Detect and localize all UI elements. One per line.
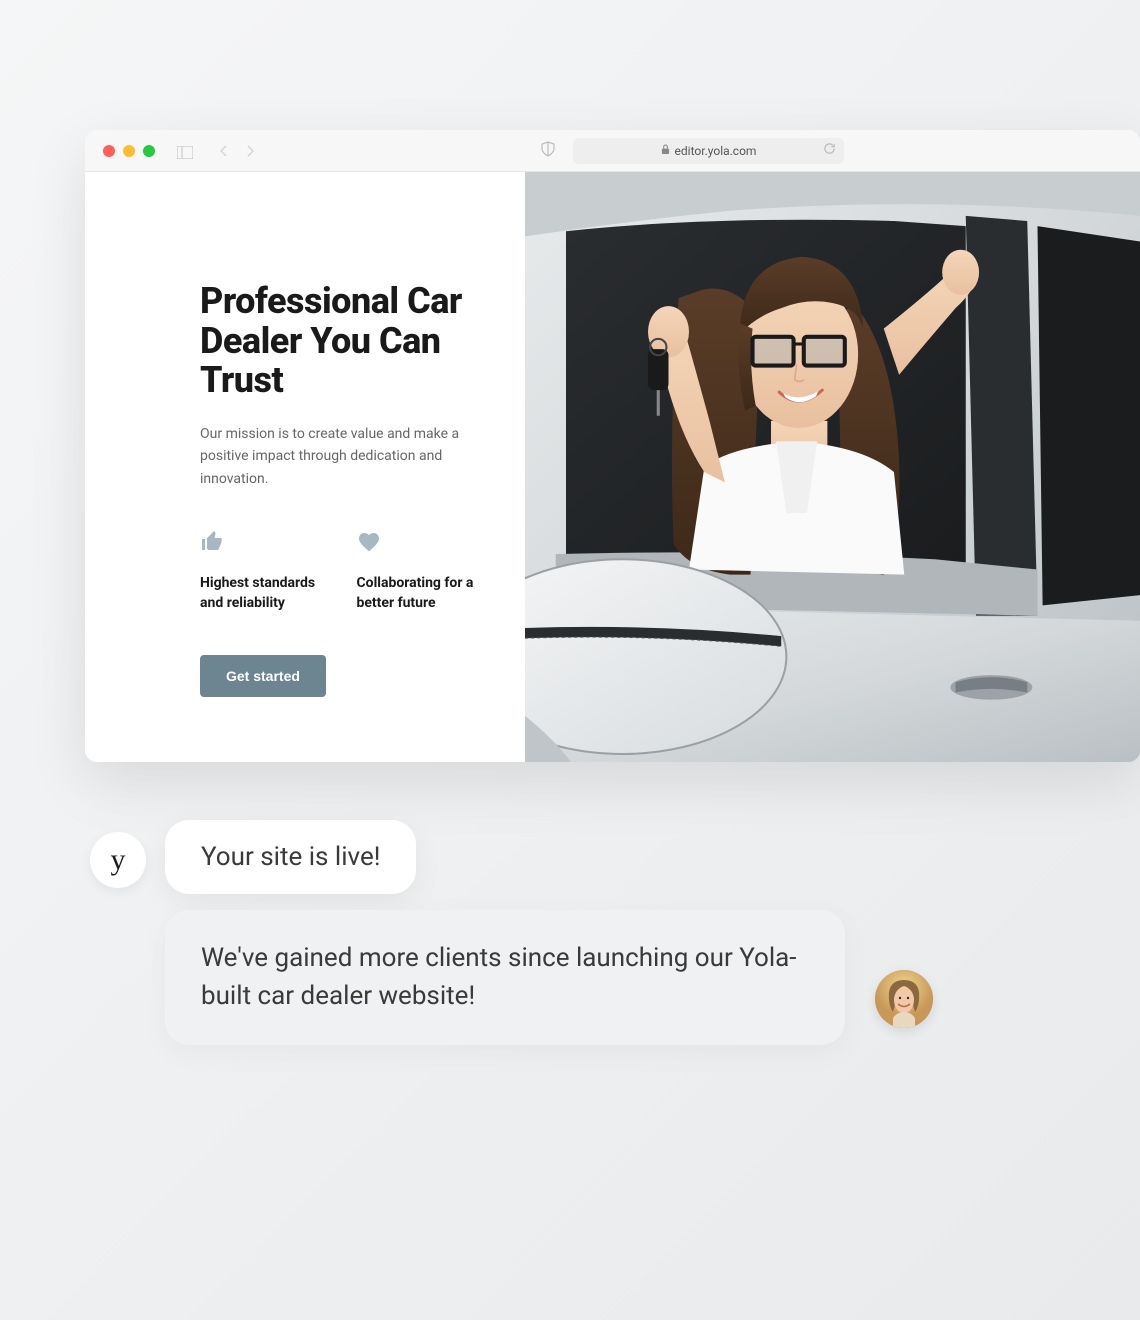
forward-button[interactable] xyxy=(245,146,255,156)
nav-arrows xyxy=(219,146,255,156)
user-avatar xyxy=(875,970,933,1028)
chat-message-text: Your site is live! xyxy=(201,842,380,872)
yola-avatar: y xyxy=(90,832,146,888)
hero-section: Professional Car Dealer You Can Trust Ou… xyxy=(85,172,525,762)
page-content: Professional Car Dealer You Can Trust Ou… xyxy=(85,172,1140,762)
url-bar[interactable]: editor.yola.com xyxy=(573,138,843,164)
get-started-button[interactable]: Get started xyxy=(200,655,326,697)
feature-text: Highest standards and reliability xyxy=(200,574,329,613)
sidebar-toggle-icon[interactable] xyxy=(177,144,193,157)
traffic-lights xyxy=(103,145,155,157)
hero-title: Professional Car Dealer You Can Trust xyxy=(200,282,485,401)
close-window-button[interactable] xyxy=(103,145,115,157)
browser-toolbar: editor.yola.com xyxy=(85,130,1140,172)
refresh-icon[interactable] xyxy=(823,142,836,159)
feature-item: Highest standards and reliability xyxy=(200,530,329,613)
maximize-window-button[interactable] xyxy=(143,145,155,157)
thumbs-up-icon xyxy=(200,530,224,554)
chat-bubble-user: We've gained more clients since launchin… xyxy=(165,910,845,1045)
privacy-shield-icon[interactable] xyxy=(541,141,555,161)
hero-image xyxy=(525,172,1140,762)
heart-icon xyxy=(357,530,381,554)
hero-description: Our mission is to create value and make … xyxy=(200,423,485,490)
browser-window: editor.yola.com Professional Car Dealer … xyxy=(85,130,1140,762)
url-text: editor.yola.com xyxy=(675,144,757,158)
back-button[interactable] xyxy=(219,146,229,156)
feature-item: Collaborating for a better future xyxy=(357,530,486,613)
chat-bubble-system: Your site is live! xyxy=(165,820,416,894)
yola-logo-icon: y xyxy=(111,843,126,877)
chat-message-text: We've gained more clients since launchin… xyxy=(201,940,809,1015)
feature-text: Collaborating for a better future xyxy=(357,574,486,613)
lock-icon xyxy=(661,144,670,158)
features-row: Highest standards and reliability Collab… xyxy=(200,530,485,613)
minimize-window-button[interactable] xyxy=(123,145,135,157)
